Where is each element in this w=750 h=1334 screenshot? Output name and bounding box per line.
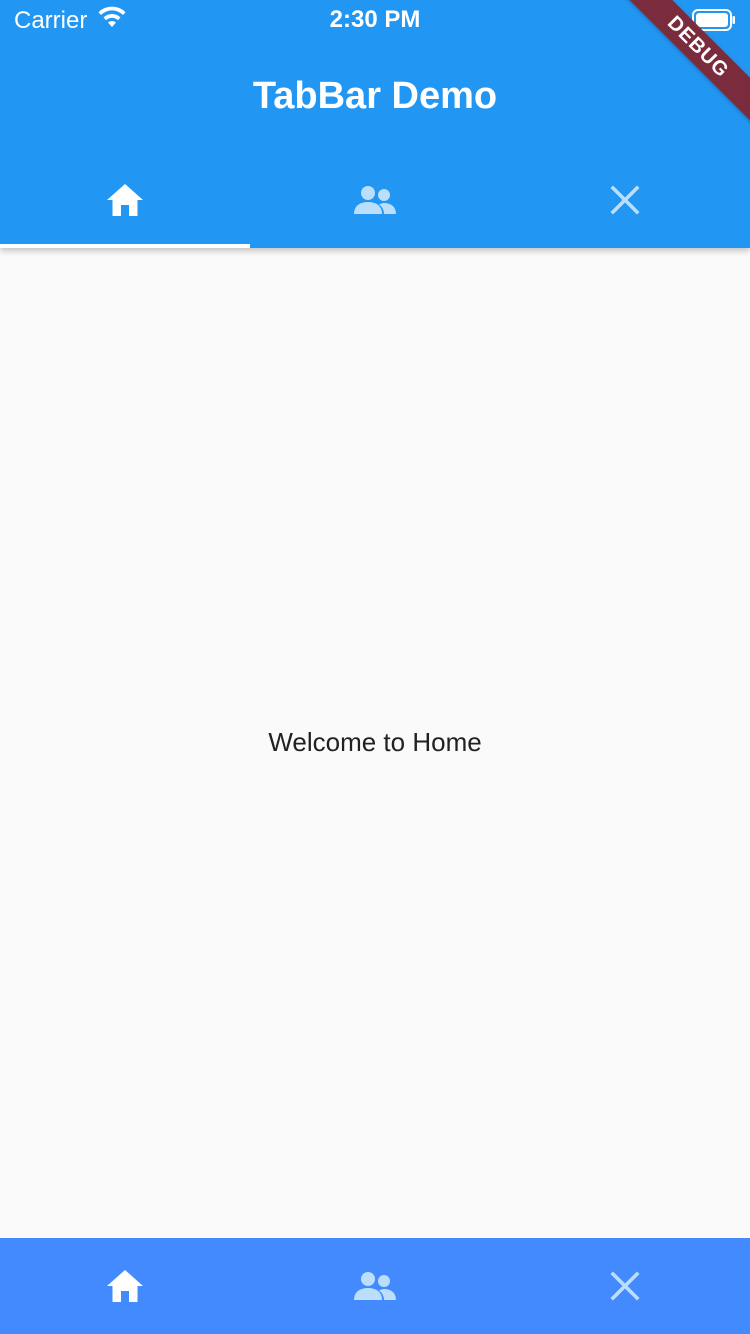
people-icon xyxy=(353,184,397,216)
tab-content: Welcome to Home xyxy=(0,248,750,1238)
bottom-tab-home[interactable] xyxy=(0,1238,250,1334)
page-title: TabBar Demo xyxy=(252,75,498,117)
bottom-tab-people[interactable] xyxy=(250,1238,500,1334)
home-icon xyxy=(105,182,145,218)
top-tab-bar xyxy=(0,152,750,248)
welcome-text: Welcome to Home xyxy=(268,726,482,757)
selected-tab-indicator xyxy=(0,244,250,248)
people-icon xyxy=(353,1270,397,1302)
bottom-tab-bar xyxy=(0,1238,750,1334)
close-icon xyxy=(610,185,640,215)
tab-people[interactable] xyxy=(250,152,500,248)
app-header: Carrier 2:30 PM TabBar Demo xyxy=(0,0,750,248)
tab-home[interactable] xyxy=(0,152,250,248)
bottom-tab-close[interactable] xyxy=(500,1238,750,1334)
home-icon xyxy=(105,1268,145,1304)
status-time: 2:30 PM xyxy=(329,6,421,33)
tab-close[interactable] xyxy=(500,152,750,248)
app-screen: Carrier 2:30 PM TabBar Demo DEBUG Welcom… xyxy=(0,0,750,1334)
close-icon xyxy=(610,1271,640,1301)
